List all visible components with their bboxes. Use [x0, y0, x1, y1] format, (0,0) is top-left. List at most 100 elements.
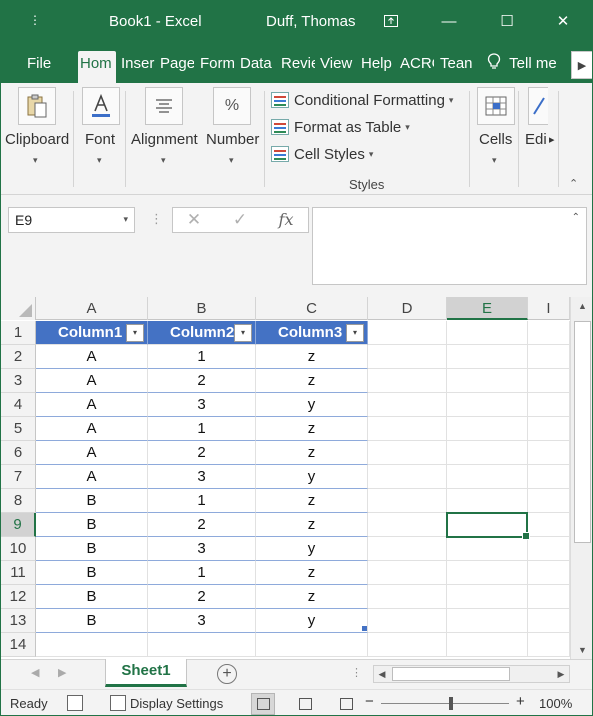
collapse-formula-bar-icon[interactable]: ⌃: [572, 212, 580, 223]
row-header-10[interactable]: 10: [1, 537, 36, 561]
table-cell[interactable]: 1: [148, 345, 256, 369]
page-break-view-icon[interactable]: [334, 693, 358, 715]
grid-cell[interactable]: [528, 609, 570, 633]
tab-acrobat[interactable]: ACRO: [398, 51, 434, 83]
display-settings-icon[interactable]: [110, 695, 126, 711]
tell-me-search[interactable]: Tell me: [485, 51, 565, 83]
tab-file[interactable]: File: [25, 51, 53, 83]
grid-cell[interactable]: [256, 633, 368, 657]
grid-cell[interactable]: [447, 561, 528, 585]
percent-icon[interactable]: %: [213, 87, 251, 125]
filter-dropdown-icon[interactable]: ▾: [346, 324, 364, 342]
grid-cell[interactable]: [447, 345, 528, 369]
previous-sheet-icon[interactable]: ◀: [31, 666, 39, 679]
table-cell[interactable]: 3: [148, 393, 256, 417]
formula-bar-grip-icon[interactable]: ⋮: [150, 211, 164, 227]
table-cell[interactable]: y: [256, 393, 368, 417]
number-caret[interactable]: ▾: [229, 155, 234, 166]
vertical-scroll-thumb[interactable]: [574, 321, 591, 543]
column-header-b[interactable]: B: [148, 297, 256, 320]
format-as-table-button[interactable]: Format as Table ▾: [271, 116, 410, 138]
grid-cell[interactable]: [528, 441, 570, 465]
table-cell[interactable]: B: [36, 561, 148, 585]
maximize-button[interactable]: ☐: [489, 9, 525, 33]
conditional-formatting-button[interactable]: Conditional Formatting ▾: [271, 89, 453, 111]
tab-data[interactable]: Data: [238, 51, 276, 83]
cell-styles-button[interactable]: Cell Styles ▾: [271, 143, 373, 165]
grid-cell[interactable]: [368, 417, 447, 441]
table-cell[interactable]: B: [36, 585, 148, 609]
table-cell[interactable]: z: [256, 369, 368, 393]
close-button[interactable]: ✕: [545, 9, 581, 33]
grid-cell[interactable]: [368, 609, 447, 633]
row-header-14[interactable]: 14: [1, 633, 36, 657]
grid-cell[interactable]: [528, 585, 570, 609]
tab-team[interactable]: Tean: [438, 51, 474, 83]
row-header-6[interactable]: 6: [1, 441, 36, 465]
grid-cell[interactable]: [528, 417, 570, 441]
row-header-8[interactable]: 8: [1, 489, 36, 513]
grid-cell[interactable]: [368, 393, 447, 417]
alignment-group-label[interactable]: Alignment: [131, 131, 198, 148]
zoom-in-button[interactable]: +: [516, 693, 525, 710]
table-cell[interactable]: B: [36, 489, 148, 513]
add-sheet-button[interactable]: +: [217, 664, 237, 684]
table-cell[interactable]: z: [256, 513, 368, 537]
grid-cell[interactable]: [528, 345, 570, 369]
normal-view-icon[interactable]: [251, 693, 275, 715]
insert-function-icon[interactable]: fx: [271, 210, 301, 229]
tab-view[interactable]: View: [318, 51, 356, 83]
table-cell[interactable]: 1: [148, 489, 256, 513]
row-header-13[interactable]: 13: [1, 609, 36, 633]
alignment-icon[interactable]: [145, 87, 183, 125]
column-header-a[interactable]: A: [36, 297, 148, 320]
sheet-tab-sheet1[interactable]: Sheet1: [105, 659, 187, 687]
table-cell[interactable]: z: [256, 561, 368, 585]
clipboard-icon[interactable]: [18, 87, 56, 125]
grid-cell[interactable]: [528, 369, 570, 393]
grid-cell[interactable]: [528, 465, 570, 489]
zoom-out-button[interactable]: −: [365, 693, 374, 710]
tab-formulas[interactable]: Form: [198, 51, 234, 83]
grid-cell[interactable]: [528, 489, 570, 513]
table-cell[interactable]: 2: [148, 513, 256, 537]
table-cell[interactable]: z: [256, 417, 368, 441]
table-cell[interactable]: B: [36, 513, 148, 537]
grid-cell[interactable]: [528, 393, 570, 417]
table-cell[interactable]: A: [36, 369, 148, 393]
row-header-1[interactable]: 1: [1, 321, 36, 345]
grid-cell[interactable]: [368, 489, 447, 513]
table-cell[interactable]: y: [256, 465, 368, 489]
editing-icon[interactable]: [528, 87, 548, 125]
table-cell[interactable]: A: [36, 345, 148, 369]
user-name[interactable]: Duff, Thomas: [266, 13, 356, 30]
grid-cell[interactable]: [447, 633, 528, 657]
row-header-5[interactable]: 5: [1, 417, 36, 441]
tab-page-layout[interactable]: Page: [158, 51, 194, 83]
table-cell[interactable]: A: [36, 465, 148, 489]
horizontal-scrollbar[interactable]: ◀ ▶: [373, 665, 570, 683]
table-cell[interactable]: B: [36, 537, 148, 561]
table-cell[interactable]: y: [256, 537, 368, 561]
row-header-4[interactable]: 4: [1, 393, 36, 417]
scroll-right-icon[interactable]: ▶: [553, 666, 569, 682]
grid-cell[interactable]: [368, 561, 447, 585]
cells-caret[interactable]: ▾: [492, 155, 497, 166]
clipboard-caret[interactable]: ▾: [33, 155, 38, 166]
grid-cell[interactable]: [528, 321, 570, 345]
active-cell-selection[interactable]: [446, 512, 530, 540]
formula-input[interactable]: ⌃: [312, 207, 587, 285]
font-caret[interactable]: ▾: [97, 155, 102, 166]
table-cell[interactable]: 3: [148, 537, 256, 561]
grid-cell[interactable]: [528, 537, 570, 561]
grid-cell[interactable]: [528, 633, 570, 657]
tab-review[interactable]: Revie: [279, 51, 315, 83]
grid-cell[interactable]: [368, 633, 447, 657]
column-header-e[interactable]: E: [447, 297, 528, 320]
zoom-slider-track[interactable]: [381, 703, 509, 704]
quick-access-toolbar-icon[interactable]: ⋮: [29, 13, 41, 27]
cancel-icon[interactable]: ✕: [179, 210, 209, 230]
scroll-up-icon[interactable]: ▲: [571, 297, 592, 315]
grid-cell[interactable]: [368, 321, 447, 345]
grid-cell[interactable]: [447, 321, 528, 345]
